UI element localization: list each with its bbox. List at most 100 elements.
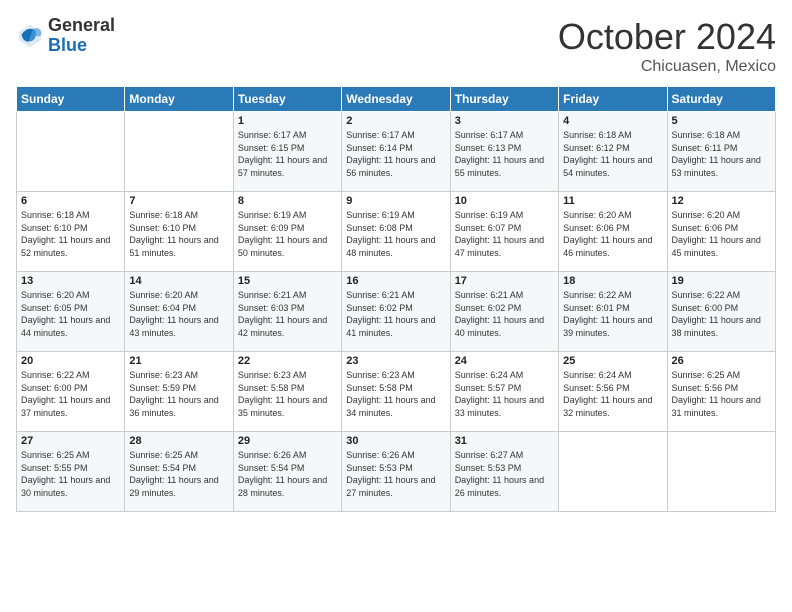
logo-text: General Blue — [48, 16, 115, 56]
calendar-cell: 27 Sunrise: 6:25 AM Sunset: 5:55 PM Dayli… — [17, 432, 125, 512]
day-number: 7 — [129, 195, 228, 207]
day-number: 30 — [346, 435, 445, 447]
day-info: Sunrise: 6:18 AM Sunset: 6:12 PM Dayligh… — [563, 129, 662, 179]
calendar-cell: 16 Sunrise: 6:21 AM Sunset: 6:02 PM Dayli… — [342, 272, 450, 352]
calendar-cell — [667, 432, 775, 512]
title-area: October 2024 Chicuasen, Mexico — [558, 16, 776, 76]
day-number: 6 — [21, 195, 120, 207]
day-info: Sunrise: 6:24 AM Sunset: 5:56 PM Dayligh… — [563, 369, 662, 419]
calendar-cell: 31Sunrise: 6:27 AM Sunset: 5:53 PM Dayli… — [450, 432, 558, 512]
calendar-cell: 22 Sunrise: 6:23 AM Sunset: 5:58 PM Dayli… — [233, 352, 341, 432]
day-number: 4 — [563, 115, 662, 127]
calendar-week-1: 1Sunrise: 6:17 AM Sunset: 6:15 PM Daylig… — [17, 112, 776, 192]
day-info: Sunrise: 6:25 AM Sunset: 5:56 PM Dayligh… — [672, 369, 771, 419]
calendar-header: SundayMondayTuesdayWednesdayThursdayFrid… — [17, 87, 776, 112]
calendar-cell — [17, 112, 125, 192]
day-info: Sunrise: 6:17 AM Sunset: 6:14 PM Dayligh… — [346, 129, 445, 179]
calendar-cell: 8 Sunrise: 6:19 AM Sunset: 6:09 PM Daylig… — [233, 192, 341, 272]
day-info: Sunrise: 6:21 AM Sunset: 6:03 PM Dayligh… — [238, 289, 337, 339]
page-header: General Blue October 2024 Chicuasen, Mex… — [16, 16, 776, 76]
logo-icon — [16, 22, 44, 50]
calendar-cell: 21Sunrise: 6:23 AM Sunset: 5:59 PM Dayli… — [125, 352, 233, 432]
weekday-header-sunday: Sunday — [17, 87, 125, 112]
day-info: Sunrise: 6:26 AM Sunset: 5:53 PM Dayligh… — [346, 449, 445, 499]
calendar-cell: 24 Sunrise: 6:24 AM Sunset: 5:57 PM Dayli… — [450, 352, 558, 432]
location: Chicuasen, Mexico — [558, 58, 776, 76]
day-number: 16 — [346, 275, 445, 287]
day-number: 19 — [672, 275, 771, 287]
day-number: 12 — [672, 195, 771, 207]
calendar-cell: 9 Sunrise: 6:19 AM Sunset: 6:08 PM Daylig… — [342, 192, 450, 272]
weekday-header-tuesday: Tuesday — [233, 87, 341, 112]
day-info: Sunrise: 6:19 AM Sunset: 6:09 PM Dayligh… — [238, 209, 337, 259]
day-number: 25 — [563, 355, 662, 367]
day-number: 26 — [672, 355, 771, 367]
day-info: Sunrise: 6:20 AM Sunset: 6:06 PM Dayligh… — [563, 209, 662, 259]
day-number: 14 — [129, 275, 228, 287]
day-number: 18 — [563, 275, 662, 287]
calendar-cell: 5Sunrise: 6:18 AM Sunset: 6:11 PM Daylig… — [667, 112, 775, 192]
calendar-cell: 7 Sunrise: 6:18 AM Sunset: 6:10 PM Daylig… — [125, 192, 233, 272]
day-info: Sunrise: 6:18 AM Sunset: 6:10 PM Dayligh… — [129, 209, 228, 259]
day-number: 24 — [455, 355, 554, 367]
day-number: 8 — [238, 195, 337, 207]
day-info: Sunrise: 6:17 AM Sunset: 6:15 PM Dayligh… — [238, 129, 337, 179]
calendar-cell: 19 Sunrise: 6:22 AM Sunset: 6:00 PM Dayli… — [667, 272, 775, 352]
calendar-cell: 29Sunrise: 6:26 AM Sunset: 5:54 PM Dayli… — [233, 432, 341, 512]
day-number: 31 — [455, 435, 554, 447]
month-title: October 2024 — [558, 16, 776, 58]
calendar-cell: 23Sunrise: 6:23 AM Sunset: 5:58 PM Dayli… — [342, 352, 450, 432]
day-info: Sunrise: 6:19 AM Sunset: 6:08 PM Dayligh… — [346, 209, 445, 259]
weekday-header-monday: Monday — [125, 87, 233, 112]
day-number: 11 — [563, 195, 662, 207]
calendar-cell: 13 Sunrise: 6:20 AM Sunset: 6:05 PM Dayli… — [17, 272, 125, 352]
day-number: 23 — [346, 355, 445, 367]
calendar-cell — [125, 112, 233, 192]
logo: General Blue — [16, 16, 115, 56]
day-info: Sunrise: 6:24 AM Sunset: 5:57 PM Dayligh… — [455, 369, 554, 419]
day-number: 22 — [238, 355, 337, 367]
day-number: 10 — [455, 195, 554, 207]
day-info: Sunrise: 6:20 AM Sunset: 6:06 PM Dayligh… — [672, 209, 771, 259]
day-number: 21 — [129, 355, 228, 367]
day-number: 15 — [238, 275, 337, 287]
calendar-week-4: 20 Sunrise: 6:22 AM Sunset: 6:00 PM Dayli… — [17, 352, 776, 432]
calendar-cell: 15 Sunrise: 6:21 AM Sunset: 6:03 PM Dayli… — [233, 272, 341, 352]
calendar-cell: 25 Sunrise: 6:24 AM Sunset: 5:56 PM Dayli… — [559, 352, 667, 432]
day-info: Sunrise: 6:20 AM Sunset: 6:05 PM Dayligh… — [21, 289, 120, 339]
calendar-cell: 2Sunrise: 6:17 AM Sunset: 6:14 PM Daylig… — [342, 112, 450, 192]
weekday-header-friday: Friday — [559, 87, 667, 112]
weekday-header-thursday: Thursday — [450, 87, 558, 112]
day-info: Sunrise: 6:20 AM Sunset: 6:04 PM Dayligh… — [129, 289, 228, 339]
day-info: Sunrise: 6:22 AM Sunset: 6:00 PM Dayligh… — [672, 289, 771, 339]
calendar-cell: 20 Sunrise: 6:22 AM Sunset: 6:00 PM Dayli… — [17, 352, 125, 432]
calendar-cell: 26 Sunrise: 6:25 AM Sunset: 5:56 PM Dayli… — [667, 352, 775, 432]
calendar-cell: 14 Sunrise: 6:20 AM Sunset: 6:04 PM Dayli… — [125, 272, 233, 352]
day-number: 13 — [21, 275, 120, 287]
day-number: 27 — [21, 435, 120, 447]
day-number: 9 — [346, 195, 445, 207]
day-info: Sunrise: 6:19 AM Sunset: 6:07 PM Dayligh… — [455, 209, 554, 259]
calendar-cell: 28 Sunrise: 6:25 AM Sunset: 5:54 PM Dayli… — [125, 432, 233, 512]
calendar-cell: 11 Sunrise: 6:20 AM Sunset: 6:06 PM Dayli… — [559, 192, 667, 272]
calendar-cell: 18Sunrise: 6:22 AM Sunset: 6:01 PM Dayli… — [559, 272, 667, 352]
calendar-cell: 6 Sunrise: 6:18 AM Sunset: 6:10 PM Daylig… — [17, 192, 125, 272]
calendar-week-5: 27 Sunrise: 6:25 AM Sunset: 5:55 PM Dayli… — [17, 432, 776, 512]
day-number: 28 — [129, 435, 228, 447]
weekday-header-saturday: Saturday — [667, 87, 775, 112]
calendar-week-2: 6 Sunrise: 6:18 AM Sunset: 6:10 PM Daylig… — [17, 192, 776, 272]
day-number: 3 — [455, 115, 554, 127]
day-info: Sunrise: 6:22 AM Sunset: 6:00 PM Dayligh… — [21, 369, 120, 419]
day-number: 20 — [21, 355, 120, 367]
day-info: Sunrise: 6:21 AM Sunset: 6:02 PM Dayligh… — [455, 289, 554, 339]
day-info: Sunrise: 6:25 AM Sunset: 5:54 PM Dayligh… — [129, 449, 228, 499]
day-info: Sunrise: 6:18 AM Sunset: 6:10 PM Dayligh… — [21, 209, 120, 259]
day-info: Sunrise: 6:25 AM Sunset: 5:55 PM Dayligh… — [21, 449, 120, 499]
calendar-cell: 30 Sunrise: 6:26 AM Sunset: 5:53 PM Dayli… — [342, 432, 450, 512]
day-info: Sunrise: 6:23 AM Sunset: 5:58 PM Dayligh… — [238, 369, 337, 419]
day-info: Sunrise: 6:17 AM Sunset: 6:13 PM Dayligh… — [455, 129, 554, 179]
calendar-cell: 1Sunrise: 6:17 AM Sunset: 6:15 PM Daylig… — [233, 112, 341, 192]
day-number: 29 — [238, 435, 337, 447]
day-info: Sunrise: 6:21 AM Sunset: 6:02 PM Dayligh… — [346, 289, 445, 339]
calendar-cell: 12 Sunrise: 6:20 AM Sunset: 6:06 PM Dayli… — [667, 192, 775, 272]
